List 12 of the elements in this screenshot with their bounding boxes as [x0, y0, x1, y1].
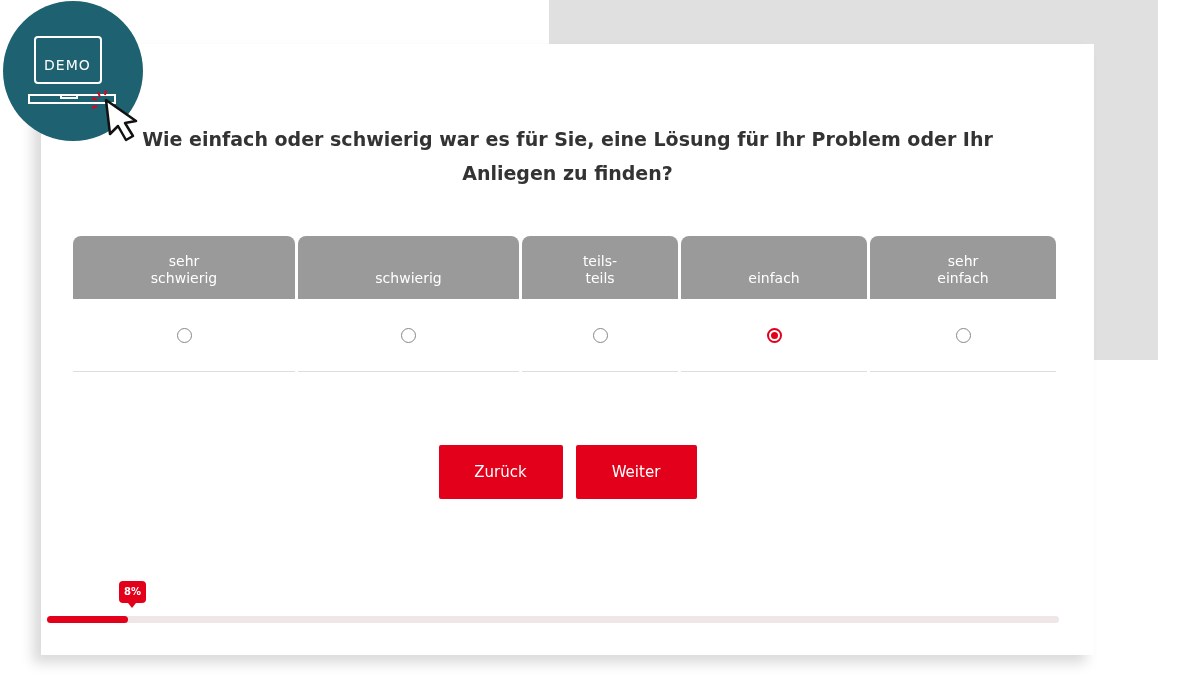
- option-header: einfach: [681, 236, 867, 299]
- option-header: schwierig: [298, 236, 519, 299]
- progress-tooltip: 8%: [118, 581, 146, 603]
- radio-button[interactable]: [766, 327, 782, 343]
- question-text: Wie einfach oder schwierig war es für Sie, eine Lösung für Ihr Problem oder Ihr Anliegen zu finden?: [141, 127, 994, 186]
- option-header: teils- teils: [522, 236, 678, 299]
- tooltip-pointer: [128, 603, 137, 608]
- nav-button[interactable]: Weiter: [575, 445, 697, 499]
- badge-label: DEMO: [44, 56, 91, 74]
- nav-button[interactable]: Zurück: [438, 445, 563, 499]
- option-header: sehr schwierig: [73, 236, 295, 299]
- option-header: sehr einfach: [870, 236, 1056, 299]
